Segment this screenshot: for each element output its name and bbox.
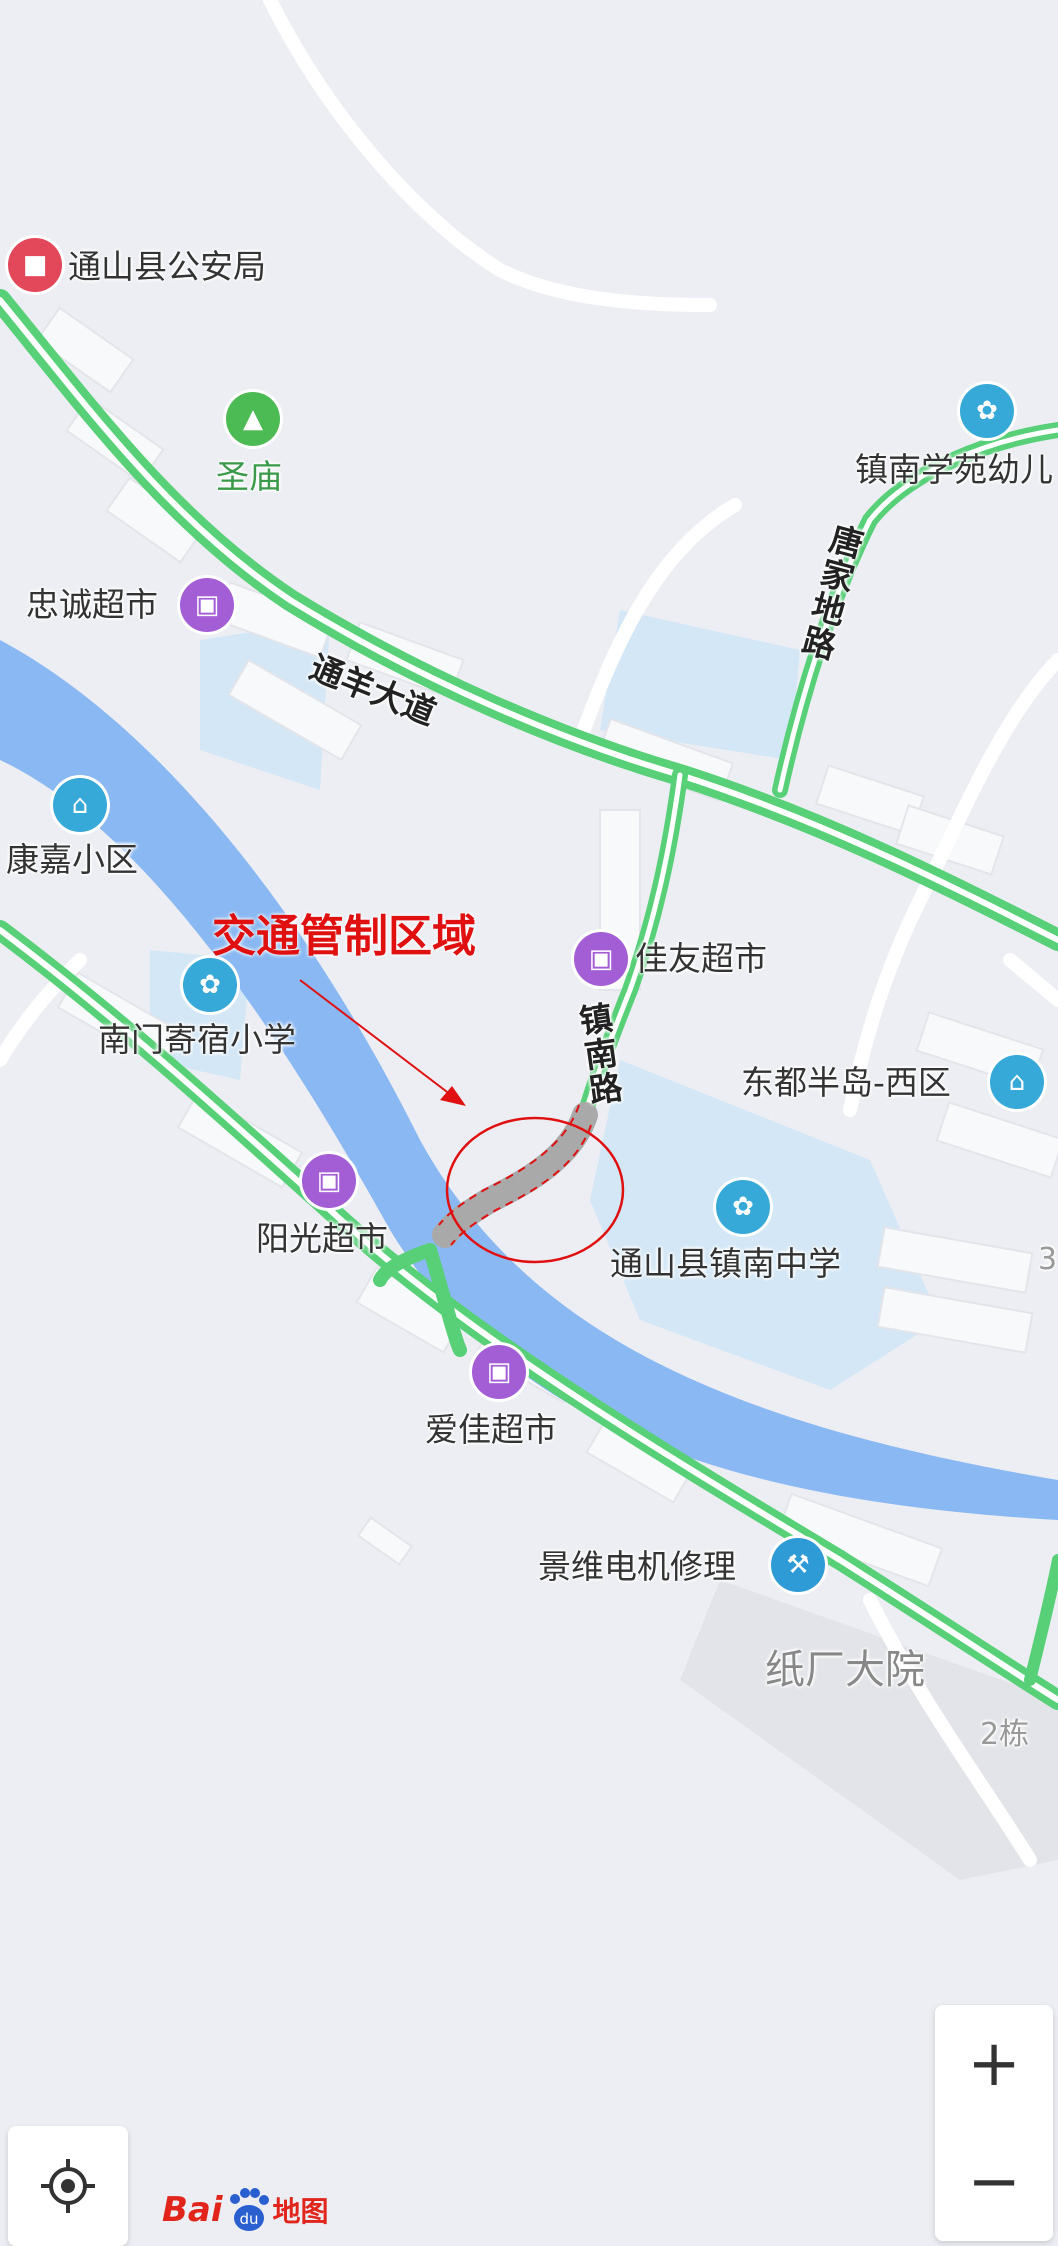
area-label-paper-mill: 纸厂大院 [765,1647,925,1693]
map-base-layer [0,0,1058,1880]
wrench-icon[interactable]: ⚒ [771,1538,825,1592]
poi-label[interactable]: 景维电机修理 [538,1550,736,1583]
poi-label[interactable]: 通山县镇南中学 [610,1247,841,1280]
building-label: 2栋 [980,1717,1030,1752]
poi-label[interactable]: 康嘉小区 [6,843,138,876]
poi-label[interactable]: 东都半岛-西区 [741,1066,951,1099]
school-icon[interactable]: ✿ [716,1180,770,1234]
locate-icon [41,2159,95,2213]
zoom-control: + − [935,2005,1053,2241]
shopping-basket-icon[interactable]: ▣ [180,578,234,632]
poi-label[interactable]: 佳友超市 [635,942,767,975]
shopping-basket-icon[interactable]: ▣ [574,932,628,986]
building-label: 3 [1038,1242,1058,1277]
map-canvas[interactable]: 交通管制区域 通羊大道 镇南路 唐家地路 ■ 通山县公安局 ▲ 圣庙 ✿ 镇南学… [0,0,1058,2241]
area-zhennan-middle-school [590,1060,940,1390]
poi-label[interactable]: 镇南学苑幼儿 [855,453,1053,486]
logo-du-text: du [239,2210,258,2228]
shopping-basket-icon[interactable]: ▣ [472,1345,526,1399]
poi-label[interactable]: 忠诚超市 [26,588,158,621]
residence-icon[interactable]: ⌂ [990,1055,1044,1109]
poi-label[interactable]: 圣庙 [216,460,282,493]
zoom-in-button[interactable]: + [935,2005,1053,2123]
shopping-basket-icon[interactable]: ▣ [302,1154,356,1208]
police-icon[interactable]: ■ [8,238,62,292]
baidu-map-logo: Bai du 地图 [162,2185,329,2235]
tree-icon[interactable]: ▲ [226,392,280,446]
school-icon[interactable]: ✿ [183,958,237,1012]
locate-button[interactable] [8,2126,128,2246]
logo-map-text: 地图 [272,2195,329,2228]
zoom-out-button[interactable]: − [935,2123,1053,2241]
poi-label[interactable]: 爱佳超市 [425,1413,557,1446]
poi-label[interactable]: 阳光超市 [256,1222,388,1255]
poi-label[interactable]: 通山县公安局 [68,250,266,283]
paw-icon: du [229,2188,269,2231]
residence-icon[interactable]: ⌂ [53,778,107,832]
school-icon[interactable]: ✿ [960,384,1014,438]
traffic-control-label: 交通管制区域 [212,911,476,962]
logo-text: Bai [162,2190,223,2230]
poi-label[interactable]: 南门寄宿小学 [98,1023,296,1056]
